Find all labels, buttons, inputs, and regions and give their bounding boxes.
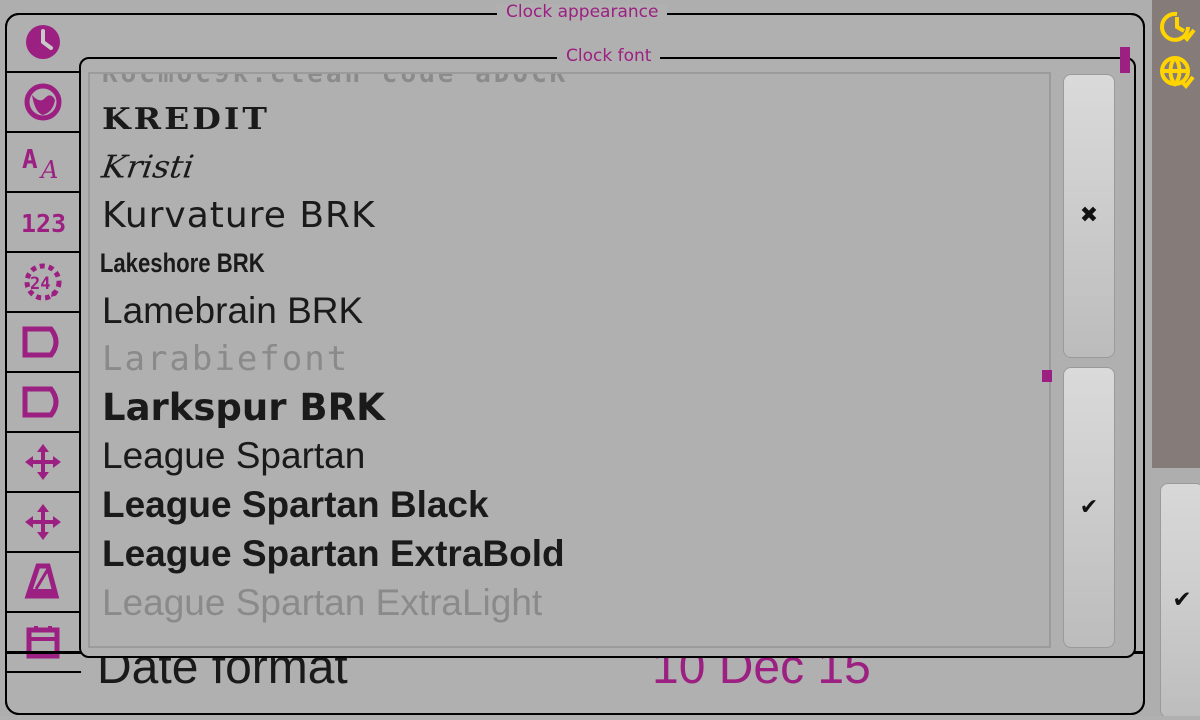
font-list-item[interactable]: Lakeshore BRK (90, 239, 876, 287)
font-list-item[interactable]: Lamebrain BRK (90, 287, 1049, 335)
sidebar-item-resize[interactable] (5, 493, 81, 553)
check-icon: ✔ (1172, 587, 1192, 613)
clock-icon (23, 22, 63, 62)
sidebar-item-clock[interactable] (5, 13, 81, 73)
font-list: Kocmoc9k.clean code aDOCK KREDIT Kristi Kur… (90, 74, 1049, 627)
sidebar-item-font[interactable]: A A (5, 133, 81, 193)
sidebar-item-metronome[interactable] (5, 553, 81, 613)
sidebar-item-tag-1[interactable] (5, 313, 81, 373)
move-arrows-icon (22, 441, 64, 483)
right-strip (1152, 0, 1200, 468)
24-hour-icon: 24 (22, 261, 64, 303)
font-list-item[interactable]: League Spartan (90, 431, 1049, 480)
svg-text:A: A (22, 145, 38, 175)
digits-123-icon: 123 (21, 202, 65, 242)
font-list-item[interactable]: League Spartan ExtraBold (90, 529, 1049, 578)
globe-clock-icon (23, 82, 63, 122)
scroll-position-marker[interactable] (1042, 370, 1052, 382)
font-list-item[interactable]: KREDIT (90, 96, 1049, 139)
font-list-item[interactable]: League Spartan ExtraLight (90, 578, 1049, 627)
sidebar-item-timezone[interactable] (5, 73, 81, 133)
sidebar: A A 123 24 (5, 13, 81, 715)
svg-text:A: A (39, 156, 58, 182)
svg-text:24: 24 (30, 274, 50, 294)
font-aa-icon: A A (21, 142, 65, 182)
clock-font-title: Clock font (557, 48, 661, 65)
window-bottom-edge (0, 716, 1200, 720)
clock-check-icon[interactable] (1158, 8, 1196, 46)
sidebar-item-digits[interactable]: 123 (5, 193, 81, 253)
sidebar-item-tag-2[interactable] (5, 373, 81, 433)
dialog-corner-marker (1120, 47, 1130, 73)
font-list-item[interactable]: Larkspur BRK (90, 383, 1049, 431)
sidebar-item-move[interactable] (5, 433, 81, 493)
sidebar-item-24-hour[interactable]: 24 (5, 253, 81, 313)
font-list-item[interactable]: Kocmoc9k.clean code aDOCK (90, 74, 1049, 94)
close-icon: ✖ (1079, 203, 1099, 228)
tag-icon (21, 385, 65, 419)
svg-text:123: 123 (21, 209, 65, 238)
font-list-item[interactable]: Kristi (90, 143, 1049, 190)
font-list-panel[interactable]: Kocmoc9k.clean code aDOCK KREDIT Kristi Kur… (88, 72, 1051, 648)
move-arrows-icon (22, 501, 64, 543)
metronome-icon (22, 561, 64, 603)
font-list-item[interactable]: League Spartan Black (90, 480, 1049, 529)
clock-appearance-title: Clock appearance (497, 4, 668, 21)
check-icon: ✔ (1079, 494, 1099, 520)
confirm-button[interactable]: ✔ (1063, 367, 1115, 648)
tag-icon (21, 325, 65, 359)
cancel-button[interactable]: ✖ (1063, 74, 1115, 358)
globe-check-icon[interactable] (1158, 54, 1196, 92)
date-format-row[interactable]: Date format 10 Dec 15 (7, 651, 1143, 715)
apply-button[interactable]: ✔ (1160, 483, 1200, 718)
font-list-item[interactable]: Kurvature BRK (90, 191, 1049, 239)
font-list-item[interactable]: Larabiefont (90, 335, 1049, 383)
